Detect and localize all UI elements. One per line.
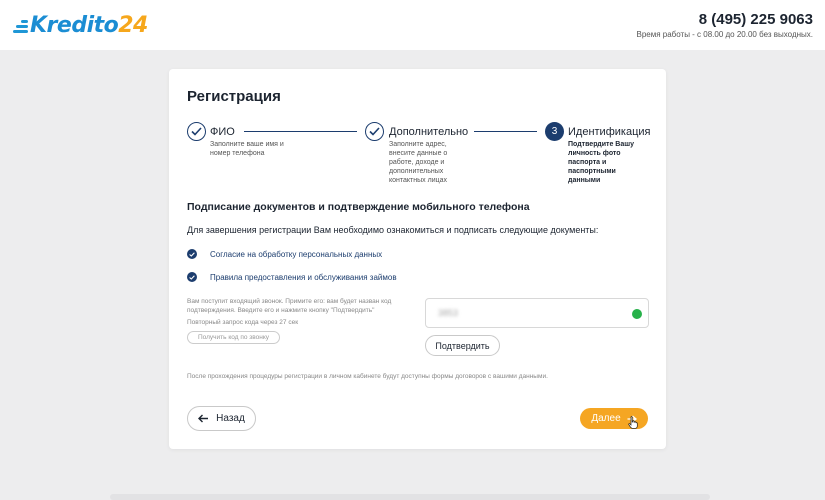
logo-speed-lines-icon [13, 19, 29, 33]
step-done-check-icon [365, 122, 384, 141]
confirm-button[interactable]: Подтвердить [425, 335, 500, 356]
section-title: Подписание документов и подтверждение мо… [187, 201, 530, 213]
page-title: Регистрация [187, 88, 281, 105]
get-code-by-call-button[interactable]: Получить код по звонку [187, 331, 280, 344]
logo-text: Kredito24 [30, 14, 148, 38]
step-connector [244, 131, 357, 132]
phone-number[interactable]: 8 (495) 225 9063 [699, 11, 813, 28]
hand-cursor-icon [628, 416, 638, 429]
code-field[interactable]: 3853 [425, 298, 649, 328]
step-number-badge: 3 [545, 122, 564, 141]
step-title: Идентификация [568, 126, 651, 138]
next-button-label: Далее [591, 413, 621, 424]
document-link[interactable]: Согласие на обработку персональных данны… [210, 250, 382, 259]
registration-card: Регистрация ФИО Заполните ваше имя и ном… [169, 69, 666, 449]
logo-text-24: 24 [118, 13, 148, 38]
top-header: Kredito24 8 (495) 225 9063 Время работы … [0, 0, 825, 50]
retry-timer: Повторный запрос кода через 27 сек [187, 319, 299, 326]
step-description: Подтвердите Вашу личность фото паспорта … [568, 141, 634, 184]
working-hours: Время работы - с 08.00 до 20.00 без выхо… [636, 30, 813, 39]
back-button[interactable]: Назад [187, 406, 256, 431]
section-intro: Для завершения регистрации Вам необходим… [187, 225, 599, 235]
step-title: ФИО [210, 126, 235, 138]
check-icon[interactable] [187, 249, 197, 259]
logo-text-kredito: Kredito [30, 13, 119, 38]
code-value[interactable]: 3853 [438, 308, 458, 318]
document-item[interactable]: Правила предоставления и обслуживания за… [187, 272, 397, 282]
check-icon[interactable] [187, 272, 197, 282]
document-item[interactable]: Согласие на обработку персональных данны… [187, 249, 382, 259]
footnote: После прохождения процедуры регистрации … [187, 373, 548, 380]
step-description: Заполните адрес, внесите данные о работе… [389, 141, 448, 184]
back-button-label: Назад [216, 413, 245, 424]
arrow-left-icon [198, 414, 209, 423]
bottom-panel-edge [110, 494, 710, 500]
document-link[interactable]: Правила предоставления и обслуживания за… [210, 273, 397, 282]
call-instructions: Вам поступит входящий звонок. Примите ег… [187, 298, 392, 314]
step-title: Дополнительно [389, 126, 469, 138]
step-description: Заполните ваше имя и номер телефона [210, 141, 284, 157]
status-ok-icon [632, 309, 642, 319]
step-connector [474, 131, 537, 132]
step-done-check-icon [187, 122, 206, 141]
logo[interactable]: Kredito24 [13, 13, 148, 39]
